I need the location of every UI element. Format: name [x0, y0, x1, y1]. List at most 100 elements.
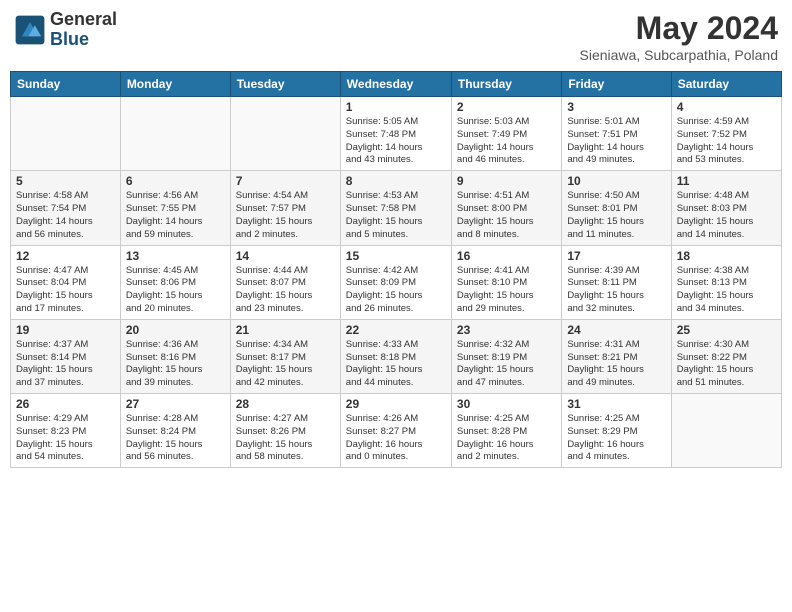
- logo-blue-text: Blue: [50, 30, 117, 50]
- day-number: 24: [567, 323, 665, 337]
- location-subtitle: Sieniawa, Subcarpathia, Poland: [580, 47, 778, 63]
- day-number: 28: [236, 397, 335, 411]
- logo-text: General Blue: [50, 10, 117, 50]
- day-number: 20: [126, 323, 225, 337]
- day-number: 6: [126, 174, 225, 188]
- day-info: Sunrise: 4:25 AMSunset: 8:28 PMDaylight:…: [457, 413, 556, 464]
- day-info: Sunrise: 4:56 AMSunset: 7:55 PMDaylight:…: [126, 190, 225, 241]
- day-number: 3: [567, 100, 665, 114]
- calendar-cell: 28 Sunrise: 4:27 AMSunset: 8:26 PMDayligh…: [230, 394, 340, 468]
- calendar-cell: 17Sunrise: 4:39 AMSunset: 8:11 PMDayligh…: [562, 245, 671, 319]
- day-header-sunday: Sunday: [11, 72, 121, 97]
- logo-general-text: General: [50, 10, 117, 30]
- day-info: Sunrise: 4:31 AMSunset: 8:21 PMDaylight:…: [567, 339, 665, 390]
- calendar-cell: [120, 97, 230, 171]
- day-number: 27: [126, 397, 225, 411]
- calendar-cell: 4Sunrise: 4:59 AMSunset: 7:52 PMDaylight…: [671, 97, 781, 171]
- calendar-header-row: SundayMondayTuesdayWednesdayThursdayFrid…: [11, 72, 782, 97]
- calendar-cell: 20 Sunrise: 4:36 AMSunset: 8:16 PMDayligh…: [120, 319, 230, 393]
- day-info: Sunrise: 4:53 AMSunset: 7:58 PMDaylight:…: [346, 190, 446, 241]
- day-info: Sunrise: 4:34 AMSunset: 8:17 PMDaylight:…: [236, 339, 335, 390]
- logo-icon: [14, 14, 46, 46]
- day-info: Sunrise: 5:03 AMSunset: 7:49 PMDaylight:…: [457, 116, 556, 167]
- calendar-cell: 27 Sunrise: 4:28 AMSunset: 8:24 PMDayligh…: [120, 394, 230, 468]
- day-info: Sunrise: 4:50 AMSunset: 8:01 PMDaylight:…: [567, 190, 665, 241]
- day-number: 21: [236, 323, 335, 337]
- calendar-cell: 29Sunrise: 4:26 AMSunset: 8:27 PMDayligh…: [340, 394, 451, 468]
- day-info: Sunrise: 4:48 AMSunset: 8:03 PMDaylight:…: [677, 190, 776, 241]
- logo: General Blue: [14, 10, 117, 50]
- day-number: 14: [236, 249, 335, 263]
- calendar-cell: 18 Sunrise: 4:38 AMSunset: 8:13 PMDayligh…: [671, 245, 781, 319]
- day-number: 4: [677, 100, 776, 114]
- day-header-wednesday: Wednesday: [340, 72, 451, 97]
- day-info: Sunrise: 4:45 AMSunset: 8:06 PMDaylight:…: [126, 265, 225, 316]
- day-info: Sunrise: 4:44 AMSunset: 8:07 PMDaylight:…: [236, 265, 335, 316]
- calendar-week-2: 5 Sunrise: 4:58 AMSunset: 7:54 PMDaylight…: [11, 171, 782, 245]
- day-number: 8: [346, 174, 446, 188]
- calendar-cell: 15 Sunrise: 4:42 AMSunset: 8:09 PMDayligh…: [340, 245, 451, 319]
- day-number: 19: [16, 323, 115, 337]
- calendar-cell: 7 Sunrise: 4:54 AMSunset: 7:57 PMDaylight…: [230, 171, 340, 245]
- day-number: 16: [457, 249, 556, 263]
- calendar-cell: 5 Sunrise: 4:58 AMSunset: 7:54 PMDaylight…: [11, 171, 121, 245]
- calendar-cell: 6 Sunrise: 4:56 AMSunset: 7:55 PMDaylight…: [120, 171, 230, 245]
- day-number: 22: [346, 323, 446, 337]
- day-info: Sunrise: 4:29 AMSunset: 8:23 PMDaylight:…: [16, 413, 115, 464]
- day-number: 15: [346, 249, 446, 263]
- day-number: 30: [457, 397, 556, 411]
- day-number: 23: [457, 323, 556, 337]
- calendar-cell: 2Sunrise: 5:03 AMSunset: 7:49 PMDaylight…: [451, 97, 561, 171]
- day-info: Sunrise: 4:36 AMSunset: 8:16 PMDaylight:…: [126, 339, 225, 390]
- day-info: Sunrise: 4:26 AMSunset: 8:27 PMDaylight:…: [346, 413, 446, 464]
- day-number: 13: [126, 249, 225, 263]
- day-info: Sunrise: 4:30 AMSunset: 8:22 PMDaylight:…: [677, 339, 776, 390]
- day-number: 18: [677, 249, 776, 263]
- day-info: Sunrise: 4:39 AMSunset: 8:11 PMDaylight:…: [567, 265, 665, 316]
- day-info: Sunrise: 4:37 AMSunset: 8:14 PMDaylight:…: [16, 339, 115, 390]
- day-info: Sunrise: 4:41 AMSunset: 8:10 PMDaylight:…: [457, 265, 556, 316]
- day-info: Sunrise: 5:05 AMSunset: 7:48 PMDaylight:…: [346, 116, 446, 167]
- day-number: 12: [16, 249, 115, 263]
- calendar-cell: 24 Sunrise: 4:31 AMSunset: 8:21 PMDayligh…: [562, 319, 671, 393]
- day-header-saturday: Saturday: [671, 72, 781, 97]
- day-number: 7: [236, 174, 335, 188]
- calendar-cell: [230, 97, 340, 171]
- calendar-cell: 13 Sunrise: 4:45 AMSunset: 8:06 PMDayligh…: [120, 245, 230, 319]
- day-header-monday: Monday: [120, 72, 230, 97]
- day-info: Sunrise: 4:51 AMSunset: 8:00 PMDaylight:…: [457, 190, 556, 241]
- calendar-cell: 30 Sunrise: 4:25 AMSunset: 8:28 PMDayligh…: [451, 394, 561, 468]
- calendar-cell: 9 Sunrise: 4:51 AMSunset: 8:00 PMDaylight…: [451, 171, 561, 245]
- day-number: 1: [346, 100, 446, 114]
- day-number: 9: [457, 174, 556, 188]
- day-info: Sunrise: 4:27 AMSunset: 8:26 PMDaylight:…: [236, 413, 335, 464]
- day-info: Sunrise: 4:42 AMSunset: 8:09 PMDaylight:…: [346, 265, 446, 316]
- calendar-week-1: 1 Sunrise: 5:05 AMSunset: 7:48 PMDaylight…: [11, 97, 782, 171]
- calendar-cell: 12Sunrise: 4:47 AMSunset: 8:04 PMDayligh…: [11, 245, 121, 319]
- day-info: Sunrise: 4:38 AMSunset: 8:13 PMDaylight:…: [677, 265, 776, 316]
- calendar-cell: [671, 394, 781, 468]
- day-info: Sunrise: 4:58 AMSunset: 7:54 PMDaylight:…: [16, 190, 115, 241]
- calendar-week-3: 12Sunrise: 4:47 AMSunset: 8:04 PMDayligh…: [11, 245, 782, 319]
- day-header-thursday: Thursday: [451, 72, 561, 97]
- calendar-cell: 31Sunrise: 4:25 AMSunset: 8:29 PMDayligh…: [562, 394, 671, 468]
- calendar-cell: 21 Sunrise: 4:34 AMSunset: 8:17 PMDayligh…: [230, 319, 340, 393]
- calendar-cell: [11, 97, 121, 171]
- day-info: Sunrise: 4:25 AMSunset: 8:29 PMDaylight:…: [567, 413, 665, 464]
- day-info: Sunrise: 4:54 AMSunset: 7:57 PMDaylight:…: [236, 190, 335, 241]
- calendar-cell: 1 Sunrise: 5:05 AMSunset: 7:48 PMDaylight…: [340, 97, 451, 171]
- calendar-cell: 8 Sunrise: 4:53 AMSunset: 7:58 PMDaylight…: [340, 171, 451, 245]
- day-info: Sunrise: 4:33 AMSunset: 8:18 PMDaylight:…: [346, 339, 446, 390]
- day-number: 26: [16, 397, 115, 411]
- day-info: Sunrise: 4:28 AMSunset: 8:24 PMDaylight:…: [126, 413, 225, 464]
- title-block: May 2024 Sieniawa, Subcarpathia, Poland: [580, 10, 778, 63]
- calendar-week-4: 19 Sunrise: 4:37 AMSunset: 8:14 PMDayligh…: [11, 319, 782, 393]
- day-info: Sunrise: 4:32 AMSunset: 8:19 PMDaylight:…: [457, 339, 556, 390]
- day-number: 5: [16, 174, 115, 188]
- calendar-table: SundayMondayTuesdayWednesdayThursdayFrid…: [10, 71, 782, 468]
- page-header: General Blue May 2024 Sieniawa, Subcarpa…: [10, 10, 782, 63]
- calendar-cell: 23 Sunrise: 4:32 AMSunset: 8:19 PMDayligh…: [451, 319, 561, 393]
- calendar-cell: 25Sunrise: 4:30 AMSunset: 8:22 PMDayligh…: [671, 319, 781, 393]
- calendar-cell: 14 Sunrise: 4:44 AMSunset: 8:07 PMDayligh…: [230, 245, 340, 319]
- calendar-cell: 26 Sunrise: 4:29 AMSunset: 8:23 PMDayligh…: [11, 394, 121, 468]
